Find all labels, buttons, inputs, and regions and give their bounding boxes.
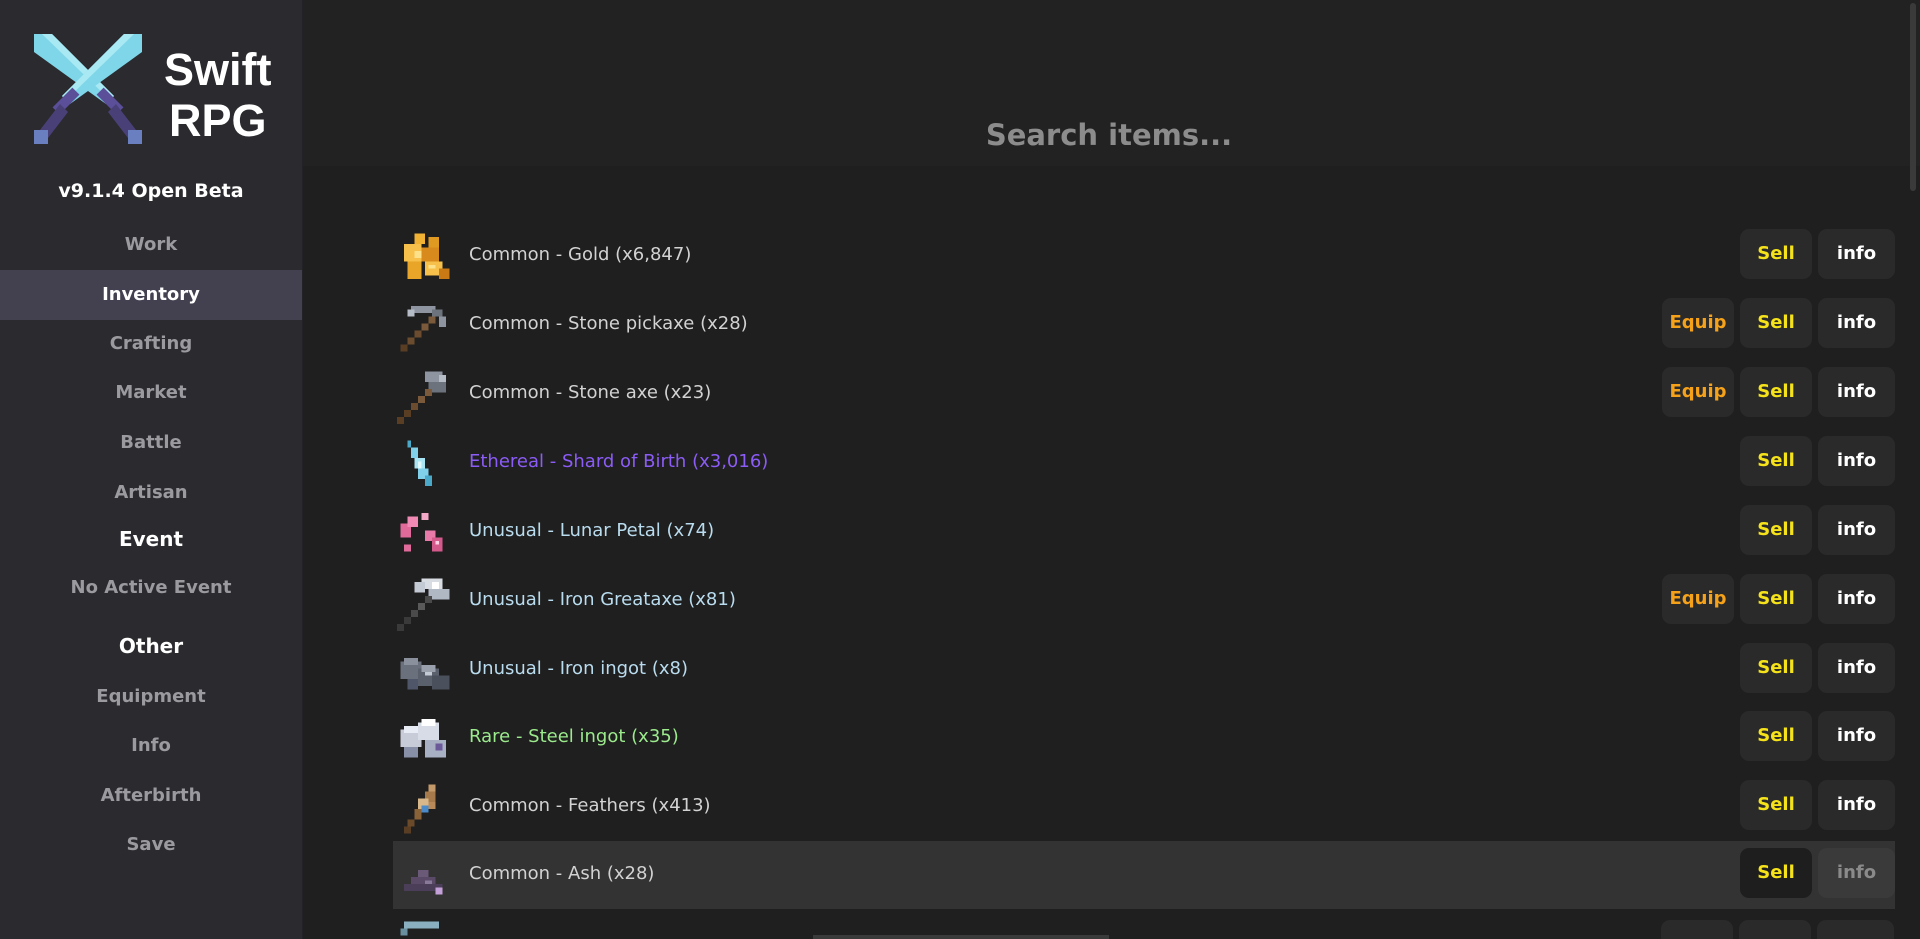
inventory-panel: Common - Gold (x6,847) Sell info Common … — [303, 0, 1920, 939]
sell-button[interactable]: Sell — [1740, 505, 1812, 555]
app-title-line1: Swift — [164, 44, 272, 95]
item-name: Unusual - Iron Greataxe (x81) — [469, 589, 736, 610]
item-name: Rare - Steel ingot (x35) — [469, 726, 679, 747]
partial-info-button[interactable] — [1817, 920, 1894, 939]
crossed-swords-icon — [34, 34, 142, 144]
info-button[interactable]: info — [1818, 643, 1895, 693]
feathers-icon — [404, 784, 436, 834]
partial-item-icon — [397, 918, 453, 939]
info-button[interactable]: info — [1818, 298, 1895, 348]
info-button[interactable]: info — [1818, 505, 1895, 555]
iron-ingot-icon — [400, 658, 450, 690]
equip-button[interactable]: Equip — [1662, 574, 1734, 624]
item-name: Unusual - Lunar Petal (x74) — [469, 520, 715, 541]
info-button[interactable]: info — [1818, 780, 1895, 830]
search-bar — [303, 0, 1920, 170]
info-button[interactable]: info — [1818, 711, 1895, 761]
item-name: Common - Feathers (x413) — [469, 795, 711, 816]
inventory-row: Ethereal - Shard of Birth (x3,016) Sell … — [393, 429, 1895, 497]
nav-battle[interactable]: Battle — [0, 418, 302, 468]
event-status: No Active Event — [70, 577, 232, 598]
inventory-row: Common - Gold (x6,847) Sell info — [393, 222, 1895, 290]
item-name: Common - Stone pickaxe (x28) — [469, 313, 748, 334]
inventory-row: Common - Stone axe (x23) Equip Sell info — [393, 360, 1895, 428]
inventory-row: Unusual - Iron Greataxe (x81) Equip Sell… — [393, 567, 1895, 635]
item-name: Common - Ash (x28) — [469, 863, 655, 884]
inventory-row: Common - Stone pickaxe (x28) Equip Sell … — [393, 291, 1895, 359]
petal-icon — [400, 513, 443, 552]
info-button[interactable]: info — [1818, 574, 1895, 624]
inventory-row: Common - Ash (x28) Sell info — [393, 841, 1895, 909]
nav-save[interactable]: Save — [0, 820, 302, 870]
version-label: v9.1.4 Open Beta — [58, 180, 244, 202]
item-name: Ethereal - Shard of Birth (x3,016) — [469, 451, 769, 472]
info-button[interactable]: info — [1818, 367, 1895, 417]
inventory-row: Rare - Steel ingot (x35) Sell info — [393, 704, 1895, 772]
equip-button[interactable]: Equip — [1662, 367, 1734, 417]
item-name: Common - Gold (x6,847) — [469, 244, 692, 265]
inventory-row: Unusual - Iron ingot (x8) Sell info — [393, 636, 1895, 704]
ash-icon — [404, 870, 443, 895]
event-header: Event — [118, 527, 184, 551]
axe-icon — [397, 371, 446, 424]
sell-button[interactable]: Sell — [1740, 643, 1812, 693]
sell-button[interactable]: Sell — [1740, 574, 1812, 624]
nav-equipment[interactable]: Equipment — [0, 672, 302, 722]
app-title: Swift RPG — [164, 44, 272, 146]
greataxe-icon — [397, 578, 450, 631]
nav-inventory[interactable]: Inventory — [0, 270, 302, 320]
sell-button[interactable]: Sell — [1740, 711, 1812, 761]
nav-crafting[interactable]: Crafting — [0, 319, 302, 369]
item-name: Unusual - Iron ingot (x8) — [469, 658, 688, 679]
nav-artisan[interactable]: Artisan — [0, 468, 302, 518]
horizontal-scrollbar[interactable] — [813, 935, 1109, 939]
equip-button[interactable]: Equip — [1662, 298, 1734, 348]
sidebar: Swift RPG v9.1.4 Open Beta Work Inventor… — [0, 0, 303, 939]
sell-button[interactable]: Sell — [1740, 367, 1812, 417]
other-header: Other — [118, 634, 184, 658]
info-button[interactable]: info — [1818, 229, 1895, 279]
nav-info[interactable]: Info — [0, 721, 302, 771]
inventory-row: Unusual - Lunar Petal (x74) Sell info — [393, 498, 1895, 566]
sell-button[interactable]: Sell — [1740, 780, 1812, 830]
nav-afterbirth[interactable]: Afterbirth — [0, 771, 302, 821]
sell-button[interactable]: Sell — [1740, 298, 1812, 348]
brand[interactable]: Swift RPG — [28, 30, 288, 150]
nav-market[interactable]: Market — [0, 368, 302, 418]
pickaxe-icon — [400, 306, 446, 352]
info-button[interactable]: info — [1818, 848, 1895, 898]
steel-ingot-icon — [400, 719, 446, 758]
sell-button[interactable]: Sell — [1740, 436, 1812, 486]
app-title-line2: RPG — [168, 95, 267, 146]
item-name: Common - Stone axe (x23) — [469, 382, 712, 403]
partial-equip-button[interactable] — [1661, 920, 1733, 939]
scrollbar-thumb[interactable] — [1910, 3, 1916, 191]
shard-icon — [407, 440, 432, 486]
gold-icon — [404, 233, 450, 279]
partial-sell-button[interactable] — [1739, 920, 1811, 939]
search-input[interactable] — [303, 100, 1915, 170]
info-button[interactable]: info — [1818, 436, 1895, 486]
sell-button[interactable]: Sell — [1740, 229, 1812, 279]
nav-work[interactable]: Work — [0, 220, 302, 270]
sell-button[interactable]: Sell — [1740, 848, 1812, 898]
inventory-row: Common - Feathers (x413) Sell info — [393, 773, 1895, 841]
